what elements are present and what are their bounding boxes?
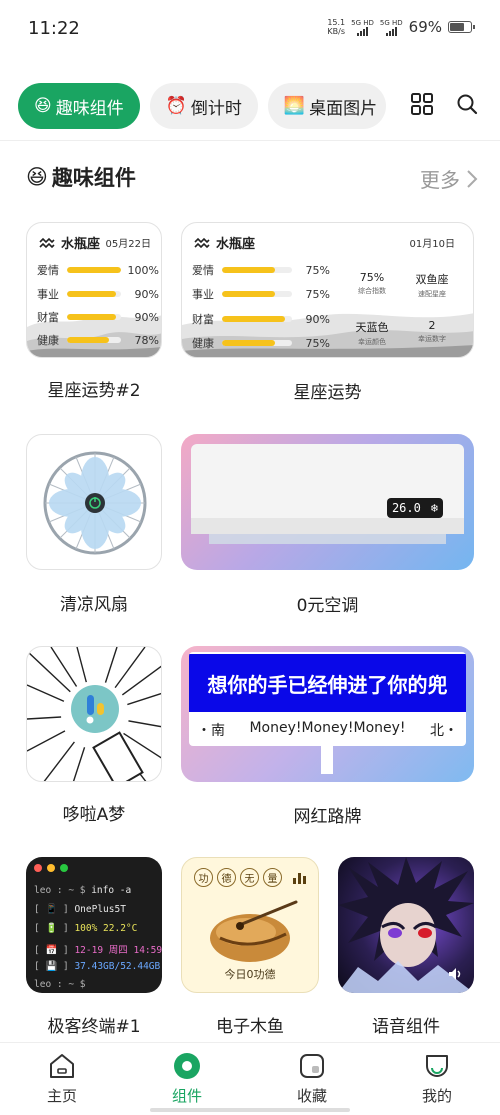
stat-lucky-number: 2 幸运数字 xyxy=(418,319,446,343)
horoscope-date: 01月10日 xyxy=(409,239,455,250)
nav-item-widgets[interactable]: 组件 xyxy=(147,1051,227,1106)
progress-bar xyxy=(222,340,292,346)
widget-voice[interactable] xyxy=(338,857,474,993)
widget-wooden-fish[interactable]: 功 德 无 量 今日0功德 xyxy=(181,857,319,993)
speaker-icon xyxy=(449,968,461,980)
sign-banner: 想你的手已经伸进了你的兜 xyxy=(189,654,466,712)
widget-aircon[interactable]: 26.0 ❄ xyxy=(181,434,474,570)
sign-directions: ・南 Money!Money!Money! 北・ xyxy=(197,720,458,739)
temperature-display: 26.0 ❄ xyxy=(387,498,443,518)
chevron-right-icon xyxy=(467,169,478,188)
nav-item-favorites[interactable]: 收藏 xyxy=(272,1051,352,1106)
home-indicator xyxy=(150,1108,350,1112)
favorites-icon xyxy=(300,1054,324,1078)
stats-chart-icon[interactable] xyxy=(292,870,308,884)
horoscope-sign: 水瓶座 xyxy=(61,237,101,252)
progress-bar xyxy=(67,267,121,273)
widget-caption: 语音组件 xyxy=(372,1017,440,1037)
profile-icon xyxy=(426,1055,448,1077)
header-divider xyxy=(0,140,500,141)
horoscope-row-career: 事业 75% xyxy=(192,287,330,302)
tab-fun-widgets[interactable]: 😆 趣味组件 xyxy=(18,83,140,129)
battery-icon xyxy=(448,21,475,33)
header-actions xyxy=(410,92,478,120)
signal-sim1-icon: 5G HD xyxy=(351,19,374,36)
progress-bar xyxy=(67,291,121,297)
speed-lines-fan-icon xyxy=(27,647,161,781)
bottom-navigation: 主页 组件 收藏 我的 xyxy=(0,1042,500,1115)
aquarius-icon xyxy=(194,237,210,248)
progress-bar xyxy=(67,314,121,320)
battery-percent: 69% xyxy=(408,18,442,36)
widgets-icon xyxy=(174,1053,200,1079)
widget-horoscope-large[interactable]: 水瓶座 01月10日 爱情 75% 事业 75% 财富 90% 健康 75% 7… xyxy=(181,222,474,358)
widget-caption: 电子木鱼 xyxy=(216,1017,284,1037)
nav-item-home[interactable]: 主页 xyxy=(22,1051,102,1106)
horoscope-sign: 水瓶座 xyxy=(216,237,256,252)
tab-desktop-pictures[interactable]: 🌅 桌面图片 xyxy=(267,83,386,129)
merit-counter: 今日0功德 xyxy=(224,968,276,981)
terminal-line: [ 🔋 ] 100% 22.2°C xyxy=(34,923,138,934)
virtue-badges: 功 德 无 量 xyxy=(194,868,282,887)
widget-caption: 清凉风扇 xyxy=(60,595,128,615)
widget-caption: 哆啦A梦 xyxy=(62,805,126,825)
terminal-line: [ 📅 ] 12-19 周四 14:59 xyxy=(34,945,162,956)
progress-bar xyxy=(222,291,292,297)
more-link[interactable]: 更多 xyxy=(420,164,478,193)
laughing-emoji-icon: 😆 xyxy=(26,165,48,189)
terminal-line: [ 💾 ] 37.43GB/52.44GB xyxy=(34,961,161,972)
progress-bar xyxy=(222,316,292,322)
widget-horoscope-small[interactable]: 水瓶座 05月22日 爱情 100% 事业 90% 财富 90% 健康 78% xyxy=(26,222,162,358)
nav-item-profile[interactable]: 我的 xyxy=(397,1051,477,1106)
category-tabs: 😆 趣味组件 ⏰ 倒计时 🌅 桌面图片 xyxy=(18,82,386,130)
progress-bar xyxy=(222,267,292,273)
widget-caption: 网红路牌 xyxy=(293,807,362,827)
section-title: 😆 趣味组件 xyxy=(26,165,136,190)
stat-match-sign: 双鱼座 速配星座 xyxy=(415,273,449,298)
sign-pole xyxy=(321,746,333,774)
horoscope-row-wealth: 财富 90% xyxy=(37,310,159,325)
widget-road-sign[interactable]: 想你的手已经伸进了你的兜 ・南 Money!Money!Money! 北・ xyxy=(181,646,474,782)
home-icon xyxy=(50,1054,74,1078)
widget-caption: 星座运势 xyxy=(293,383,362,403)
horoscope-row-health: 健康 78% xyxy=(37,333,159,348)
widget-doraemon[interactable] xyxy=(26,646,162,782)
sunrise-icon: 🌅 xyxy=(283,96,306,116)
sign-board: 想你的手已经伸进了你的兜 ・南 Money!Money!Money! 北・ xyxy=(189,652,466,746)
status-indicators: 15.1 KB/s 5G HD 5G HD 69% xyxy=(327,18,475,36)
widget-caption: 极客终端#1 xyxy=(47,1017,141,1037)
horoscope-row-career: 事业 90% xyxy=(37,287,159,302)
signal-sim2-icon: 5G HD xyxy=(380,19,403,36)
laughing-emoji-icon: 😆 xyxy=(34,96,52,116)
widget-fan[interactable] xyxy=(26,434,162,570)
aquarius-icon xyxy=(39,237,55,248)
terminal-line: [ 📱 ] OnePlus5T xyxy=(34,904,126,915)
widget-caption: 0元空调 xyxy=(296,596,359,616)
tab-countdown[interactable]: ⏰ 倒计时 xyxy=(149,83,258,129)
network-speed: 15.1 KB/s xyxy=(327,18,346,36)
terminal-line: leo : ~ $ info -a xyxy=(34,885,132,896)
widget-caption: 星座运势#2 xyxy=(47,381,141,401)
widget-terminal[interactable]: leo : ~ $ info -a [ 📱 ] OnePlus5T [ 🔋 ] … xyxy=(26,857,162,993)
terminal-line: leo : ~ $ xyxy=(34,979,86,990)
horoscope-date: 05月22日 xyxy=(105,239,151,250)
status-time: 11:22 xyxy=(28,18,80,39)
window-controls xyxy=(34,864,68,872)
alarm-clock-icon: ⏰ xyxy=(165,96,187,116)
search-icon[interactable] xyxy=(456,93,478,119)
stat-overall-index: 75% 综合指数 xyxy=(358,271,386,295)
grid-view-icon[interactable] xyxy=(410,92,434,120)
fan-icon xyxy=(43,451,147,555)
horoscope-row-health: 健康 75% xyxy=(192,336,330,351)
mountain-background xyxy=(27,315,161,357)
wooden-fish-icon xyxy=(210,900,298,962)
snowflake-icon: ❄ xyxy=(430,501,439,515)
horoscope-row-love: 爱情 100% xyxy=(37,263,159,278)
status-bar: 11:22 15.1 KB/s 5G HD 5G HD 69% xyxy=(0,0,500,60)
horoscope-row-love: 爱情 75% xyxy=(192,263,330,278)
progress-bar xyxy=(67,337,121,343)
horoscope-row-wealth: 财富 90% xyxy=(192,312,330,327)
stat-lucky-color: 天蓝色 幸运颜色 xyxy=(355,321,389,346)
